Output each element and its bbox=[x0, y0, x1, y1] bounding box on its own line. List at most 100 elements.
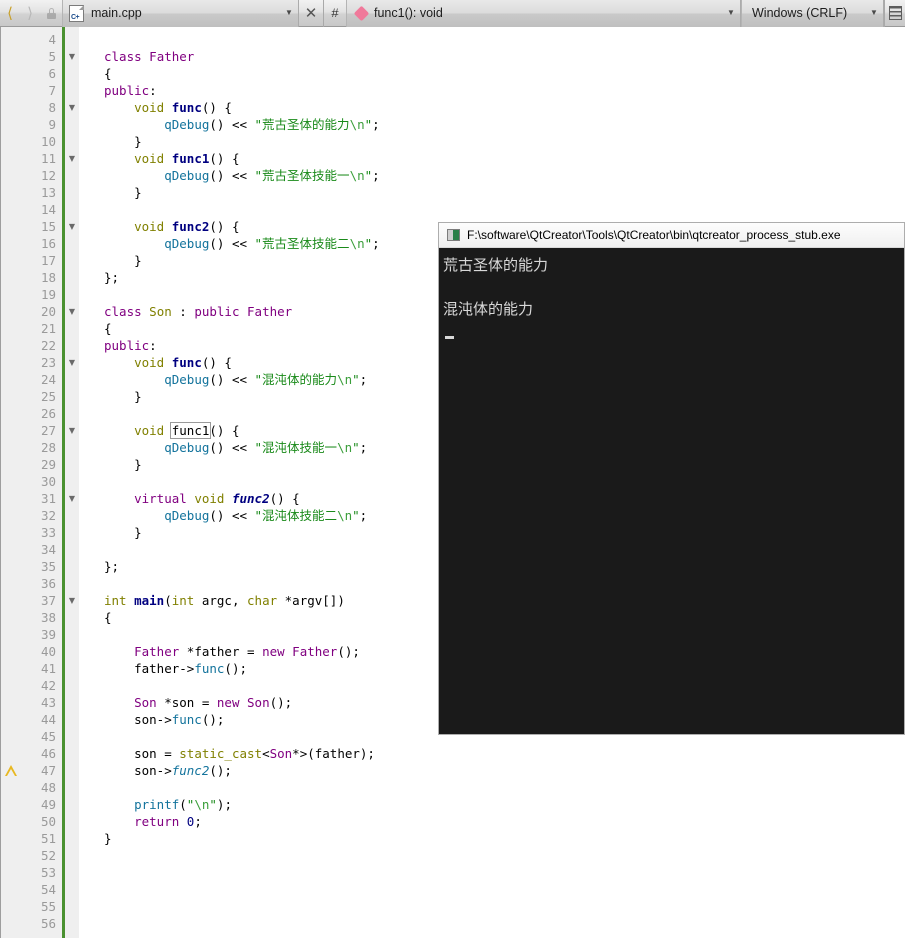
lock-toggle-button[interactable] bbox=[40, 0, 62, 27]
close-document-button[interactable]: ✕ bbox=[299, 0, 323, 27]
code-line[interactable]: qDebug() << "混沌体技能一\n"; bbox=[104, 439, 367, 456]
code-line[interactable]: } bbox=[104, 184, 142, 201]
code-token: : bbox=[171, 304, 195, 319]
console-window[interactable]: F:\software\QtCreator\Tools\QtCreator\bi… bbox=[438, 222, 905, 735]
code-line[interactable]: } bbox=[104, 133, 142, 150]
fold-toggle[interactable]: ▼ bbox=[66, 592, 78, 609]
code-line[interactable]: Father *father = new Father(); bbox=[104, 643, 360, 660]
line-number: 37 bbox=[40, 593, 56, 608]
code-line[interactable]: class Father bbox=[104, 48, 194, 65]
code-line[interactable]: void func2() { bbox=[104, 218, 239, 235]
code-line[interactable]: } bbox=[104, 252, 142, 269]
fold-toggle[interactable]: ▼ bbox=[66, 218, 78, 235]
code-token: qDebug bbox=[164, 372, 210, 387]
fold-toggle[interactable]: ▼ bbox=[66, 422, 78, 439]
fold-toggle[interactable]: ▼ bbox=[66, 303, 78, 320]
line-number: 22 bbox=[40, 338, 56, 353]
code-line[interactable]: son->func(); bbox=[104, 711, 224, 728]
code-line[interactable]: public: bbox=[104, 82, 157, 99]
line-ending-selector[interactable]: Windows (CRLF) ▼ bbox=[741, 0, 884, 27]
line-number: 20 bbox=[40, 304, 56, 319]
line-number: 55 bbox=[40, 899, 56, 914]
code-line[interactable]: }; bbox=[104, 269, 119, 286]
code-line[interactable]: return 0; bbox=[104, 813, 202, 830]
fold-toggle[interactable]: ▼ bbox=[66, 354, 78, 371]
code-token: ; bbox=[372, 117, 380, 132]
code-token: void bbox=[134, 151, 165, 166]
code-line[interactable]: { bbox=[104, 609, 112, 626]
console-output: 荒古圣体的能力 混沌体的能力 bbox=[439, 248, 904, 734]
fold-toggle[interactable]: ▼ bbox=[66, 99, 78, 116]
code-line[interactable]: { bbox=[104, 320, 112, 337]
fold-toggle[interactable]: ▼ bbox=[66, 48, 78, 65]
code-token: " bbox=[352, 440, 360, 455]
code-folding-gutter[interactable]: ▼ ▼ ▼ ▼ ▼ ▼ ▼ ▼ ▼ bbox=[65, 27, 79, 938]
code-line[interactable]: void func1() { bbox=[104, 422, 240, 439]
chevron-left-icon: ⟨ bbox=[7, 3, 13, 22]
code-line[interactable]: { bbox=[104, 65, 112, 82]
code-line[interactable]: void func() { bbox=[104, 354, 232, 371]
code-token: ( bbox=[179, 797, 187, 812]
code-token: } bbox=[104, 525, 142, 540]
code-line[interactable]: qDebug() << "混沌体技能二\n"; bbox=[104, 507, 367, 524]
open-file-selector[interactable]: main.cpp ▼ bbox=[62, 0, 299, 27]
code-line[interactable]: } bbox=[104, 524, 142, 541]
line-number: 17 bbox=[40, 253, 56, 268]
code-line[interactable]: void func() { bbox=[104, 99, 232, 116]
code-line[interactable]: } bbox=[104, 388, 142, 405]
code-line[interactable]: father->func(); bbox=[104, 660, 247, 677]
fold-toggle[interactable]: ▼ bbox=[66, 490, 78, 507]
text-wrap-toggle-button[interactable] bbox=[884, 0, 905, 27]
code-line[interactable]: void func1() { bbox=[104, 150, 239, 167]
line-number: 12 bbox=[40, 168, 56, 183]
code-line[interactable]: printf("\n"); bbox=[104, 796, 232, 813]
console-line: 混沌体的能力 bbox=[443, 300, 534, 318]
line-number: 21 bbox=[40, 321, 56, 336]
line-number: 6 bbox=[48, 66, 56, 81]
code-line[interactable]: son = static_cast<Son*>(father); bbox=[104, 745, 375, 762]
code-token: { bbox=[104, 321, 112, 336]
lock-icon bbox=[46, 7, 56, 19]
line-number: 13 bbox=[40, 185, 56, 200]
line-number: 26 bbox=[40, 406, 56, 421]
console-title-bar[interactable]: F:\software\QtCreator\Tools\QtCreator\bi… bbox=[439, 223, 904, 248]
code-line[interactable]: qDebug() << "荒古圣体的能力\n"; bbox=[104, 116, 380, 133]
code-line[interactable]: qDebug() << "荒古圣体技能一\n"; bbox=[104, 167, 379, 184]
code-line[interactable]: qDebug() << "荒古圣体技能二\n"; bbox=[104, 235, 379, 252]
code-token: } bbox=[104, 831, 112, 846]
code-token: static_cast bbox=[179, 746, 263, 761]
code-line[interactable]: } bbox=[104, 456, 142, 473]
symbol-selector[interactable]: func1(): void ▼ bbox=[346, 0, 741, 27]
code-token: : bbox=[149, 338, 157, 353]
code-token: (); bbox=[337, 644, 360, 659]
code-line[interactable]: qDebug() << "混沌体的能力\n"; bbox=[104, 371, 367, 388]
line-number: 56 bbox=[40, 916, 56, 931]
code-token: ; bbox=[359, 508, 368, 523]
line-number: 16 bbox=[40, 236, 56, 251]
code-line[interactable]: int main(int argc, char *argv[]) bbox=[104, 592, 345, 609]
code-line[interactable]: class Son : public Father bbox=[104, 303, 292, 320]
code-token: *son = bbox=[156, 695, 217, 710]
code-token: () << bbox=[209, 168, 255, 183]
chevron-down-icon: ▼ bbox=[727, 8, 735, 17]
code-line[interactable]: } bbox=[104, 830, 112, 847]
navigate-forward-button[interactable]: ⟩ bbox=[20, 0, 40, 27]
code-line[interactable]: Son *son = new Son(); bbox=[104, 694, 292, 711]
line-number: 40 bbox=[40, 644, 56, 659]
warning-triangle-icon[interactable] bbox=[5, 762, 19, 779]
fold-toggle[interactable]: ▼ bbox=[66, 150, 78, 167]
code-line[interactable]: public: bbox=[104, 337, 157, 354]
code-token: ; bbox=[359, 440, 368, 455]
line-number-gutter[interactable]: 4 5 6 7 8 9 10 11 12 13 14 15 16 17 18 19 20 21 22 23 24 25 26… bbox=[1, 27, 63, 938]
line-number: 50 bbox=[40, 814, 56, 829]
navigate-back-button[interactable]: ⟨ bbox=[0, 0, 20, 27]
code-line[interactable]: virtual void func2() { bbox=[104, 490, 300, 507]
code-token: (); bbox=[224, 661, 247, 676]
code-line[interactable]: son->func2(); bbox=[104, 762, 232, 779]
line-number: 42 bbox=[40, 678, 56, 693]
code-token: Son bbox=[247, 695, 270, 710]
code-line[interactable]: }; bbox=[104, 558, 119, 575]
